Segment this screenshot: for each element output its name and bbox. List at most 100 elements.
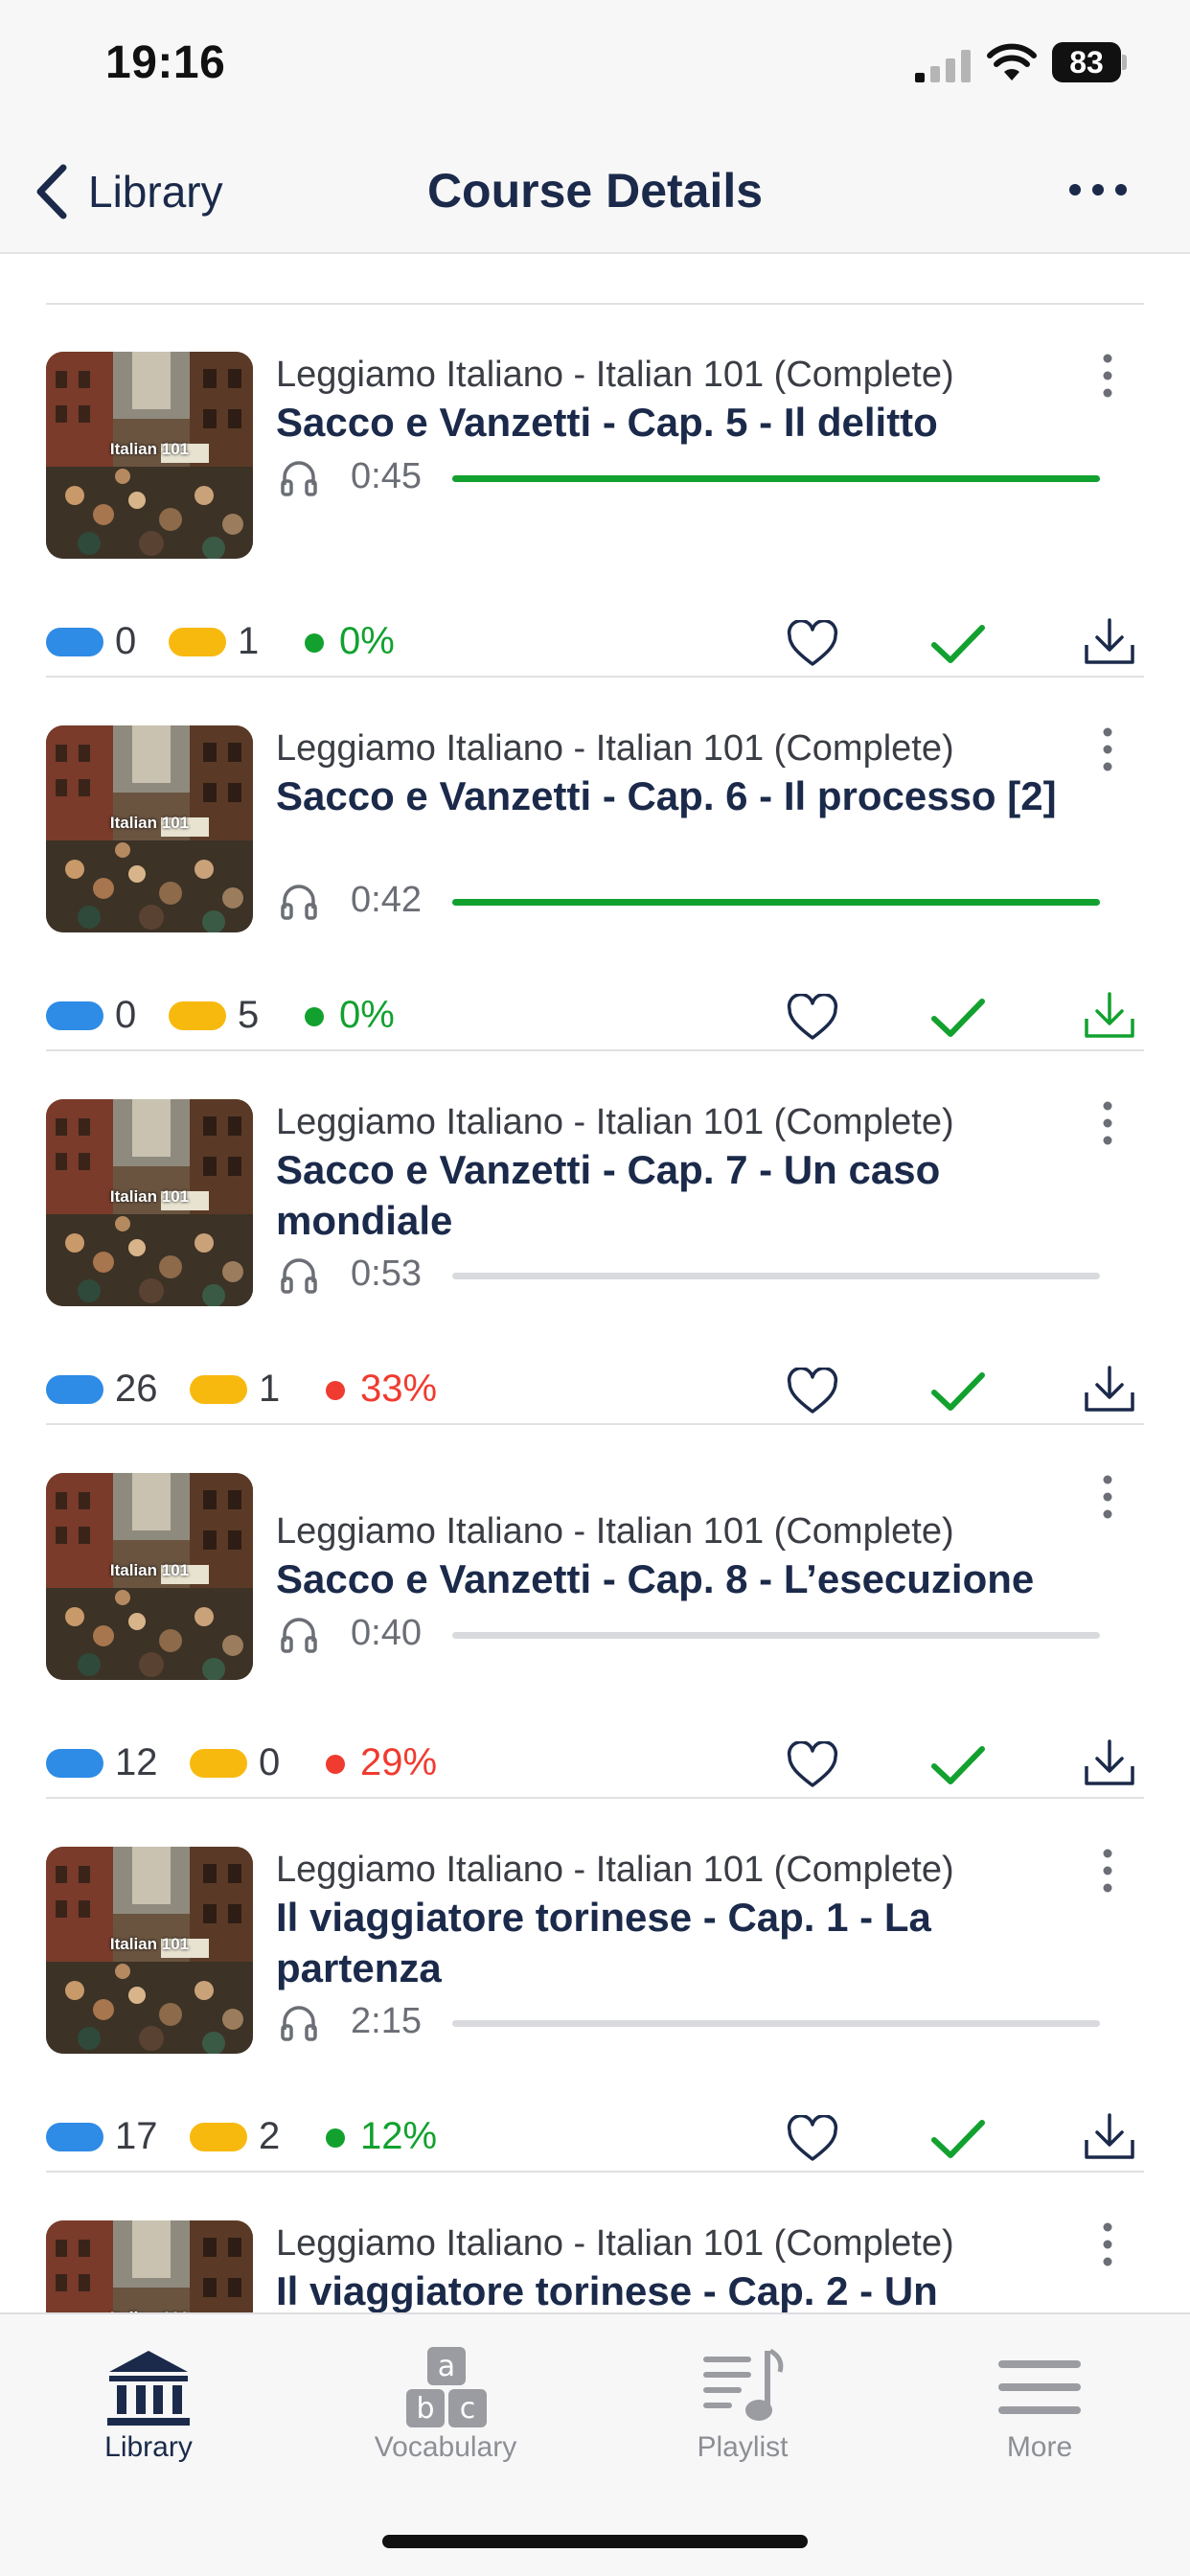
known-words-pill — [46, 1001, 103, 1030]
lesson-row[interactable]: Italian 101 Leggiamo Italiano - Italian … — [0, 1799, 1190, 2173]
more-options-icon[interactable] — [1067, 180, 1129, 199]
page-title: Course Details — [426, 164, 764, 218]
status-dot — [305, 1007, 324, 1026]
lesson-thumbnail[interactable]: Italian 101 — [46, 725, 253, 932]
lingqs-count: 2 — [259, 2115, 281, 2157]
lesson-thumbnail[interactable]: Italian 101 — [46, 1099, 253, 1306]
lingqs-pill — [169, 1001, 226, 1030]
cellular-signal-icon — [915, 50, 971, 82]
heart-icon[interactable] — [786, 1368, 839, 1415]
vertical-more-icon[interactable] — [1098, 352, 1117, 400]
download-icon[interactable] — [1083, 1364, 1136, 1415]
lingqs-count: 5 — [238, 994, 260, 1036]
lesson-row[interactable]: Italian 101 Leggiamo Italiano - Italian … — [0, 1425, 1190, 1799]
lesson-stats: 12 0 29% — [46, 1739, 717, 1787]
check-icon[interactable] — [929, 996, 987, 1040]
lesson-row[interactable]: Italian 101 Leggiamo Italiano - Italian … — [0, 1051, 1190, 1425]
course-name: Leggiamo Italiano - Italian 101 (Complet… — [276, 355, 954, 395]
download-icon[interactable] — [1083, 2111, 1136, 2163]
lesson-title[interactable]: Sacco e Vanzetti - Cap. 6 - Il processo … — [276, 770, 1100, 821]
heart-icon[interactable] — [786, 620, 839, 668]
status-dot — [305, 633, 324, 653]
lingqs-count: 0 — [259, 1741, 281, 1783]
known-words-pill — [46, 1749, 103, 1778]
lingqs-pill — [190, 1749, 247, 1778]
svg-text:b: b — [416, 2392, 434, 2426]
lingqs-pill — [190, 2123, 247, 2151]
tab-vocabulary[interactable]: a b c Vocabulary — [297, 2324, 594, 2506]
status-time: 19:16 — [105, 37, 226, 88]
battery-icon: 83 — [1052, 42, 1127, 82]
lesson-title[interactable]: Sacco e Vanzetti - Cap. 5 - Il delitto — [276, 397, 1100, 448]
known-words-count: 12 — [115, 1741, 158, 1783]
lingqs-count: 1 — [259, 1368, 281, 1410]
known-words-count: 0 — [115, 620, 137, 662]
audio-row: 0:40 — [276, 1613, 1100, 1655]
check-icon[interactable] — [929, 622, 987, 666]
lesson-row[interactable]: Italian 101 Leggiamo Italiano - Italian … — [0, 678, 1190, 1051]
new-words-percent: 0% — [339, 994, 395, 1036]
course-name: Leggiamo Italiano - Italian 101 (Complet… — [276, 2223, 954, 2264]
navigation-bar: Library Course Details — [0, 134, 1190, 254]
known-words-pill — [46, 2123, 103, 2151]
headphones-icon — [281, 2006, 317, 2041]
course-name: Leggiamo Italiano - Italian 101 (Complet… — [276, 1511, 954, 1552]
lesson-thumbnail[interactable]: Italian 101 — [46, 1847, 253, 2054]
thumbnail-label: Italian 101 — [109, 1935, 190, 1953]
lesson-title[interactable]: Il viaggiatore torinese - Cap. 2 - Un — [276, 2266, 1100, 2314]
lesson-thumbnail[interactable]: Italian 101 — [46, 352, 253, 559]
course-name: Leggiamo Italiano - Italian 101 (Complet… — [276, 1102, 954, 1142]
tab-label: Vocabulary — [374, 2431, 517, 2463]
heart-icon[interactable] — [786, 1741, 839, 1789]
download-icon[interactable] — [1083, 1737, 1136, 1789]
status-dot — [326, 1755, 345, 1774]
listen-progress-fill — [452, 475, 1100, 482]
headphones-icon — [281, 1258, 317, 1294]
lesson-title[interactable]: Sacco e Vanzetti - Cap. 8 - L’esecuzione — [276, 1553, 1100, 1604]
lesson-stats: 26 1 33% — [46, 1366, 717, 1414]
lesson-title[interactable]: Il viaggiatore torinese - Cap. 1 - La pa… — [276, 1892, 1100, 1993]
thumbnail-label: Italian 101 — [109, 440, 190, 458]
lesson-list[interactable]: Italian 101 Leggiamo Italiano - Italian … — [0, 256, 1190, 2314]
wifi-icon — [987, 43, 1037, 80]
check-icon[interactable] — [929, 1743, 987, 1787]
known-words-pill — [46, 1375, 103, 1404]
listen-progress-bar — [452, 1273, 1100, 1279]
lingqs-pill — [169, 628, 226, 656]
lesson-thumbnail[interactable]: Italian 101 — [46, 2220, 253, 2314]
download-icon[interactable] — [1083, 990, 1136, 1042]
listen-progress-fill — [452, 899, 1100, 906]
lesson-row[interactable]: Italian 101 Leggiamo Italiano - Italian … — [0, 304, 1190, 678]
svg-text:a: a — [438, 2350, 455, 2383]
library-icon — [107, 2351, 190, 2426]
known-words-count: 26 — [115, 1368, 158, 1410]
lesson-row[interactable]: Italian 101 Leggiamo Italiano - Italian … — [0, 2173, 1190, 2314]
download-icon[interactable] — [1083, 616, 1136, 668]
vertical-more-icon[interactable] — [1098, 1473, 1117, 1521]
svg-text:c: c — [460, 2392, 476, 2426]
new-words-percent: 29% — [360, 1741, 438, 1783]
street-photo-image — [46, 2220, 253, 2314]
vertical-more-icon[interactable] — [1098, 1847, 1117, 1895]
heart-icon[interactable] — [786, 994, 839, 1042]
lesson-stats: 0 5 0% — [46, 992, 717, 1040]
audio-row: 0:53 — [276, 1254, 1100, 1296]
tab-library[interactable]: Library — [0, 2324, 297, 2506]
heart-icon[interactable] — [786, 2115, 839, 2163]
tab-more[interactable]: More — [891, 2324, 1188, 2506]
check-icon[interactable] — [929, 2117, 987, 2161]
vertical-more-icon[interactable] — [1098, 725, 1117, 773]
vertical-more-icon[interactable] — [1098, 2220, 1117, 2268]
audio-row: 0:45 — [276, 456, 1100, 498]
check-icon[interactable] — [929, 1369, 987, 1414]
lesson-title[interactable]: Sacco e Vanzetti - Cap. 7 - Un caso mond… — [276, 1144, 1100, 1246]
lingqs-count: 1 — [238, 620, 260, 662]
listen-progress-bar — [452, 1632, 1100, 1639]
lesson-thumbnail[interactable]: Italian 101 — [46, 1473, 253, 1680]
audio-row: 0:42 — [276, 880, 1100, 922]
vertical-more-icon[interactable] — [1098, 1099, 1117, 1147]
tab-playlist[interactable]: Playlist — [594, 2324, 891, 2506]
thumbnail-label: Italian 101 — [109, 814, 190, 832]
headphones-icon — [281, 461, 317, 496]
audio-duration: 0:45 — [351, 456, 422, 496]
